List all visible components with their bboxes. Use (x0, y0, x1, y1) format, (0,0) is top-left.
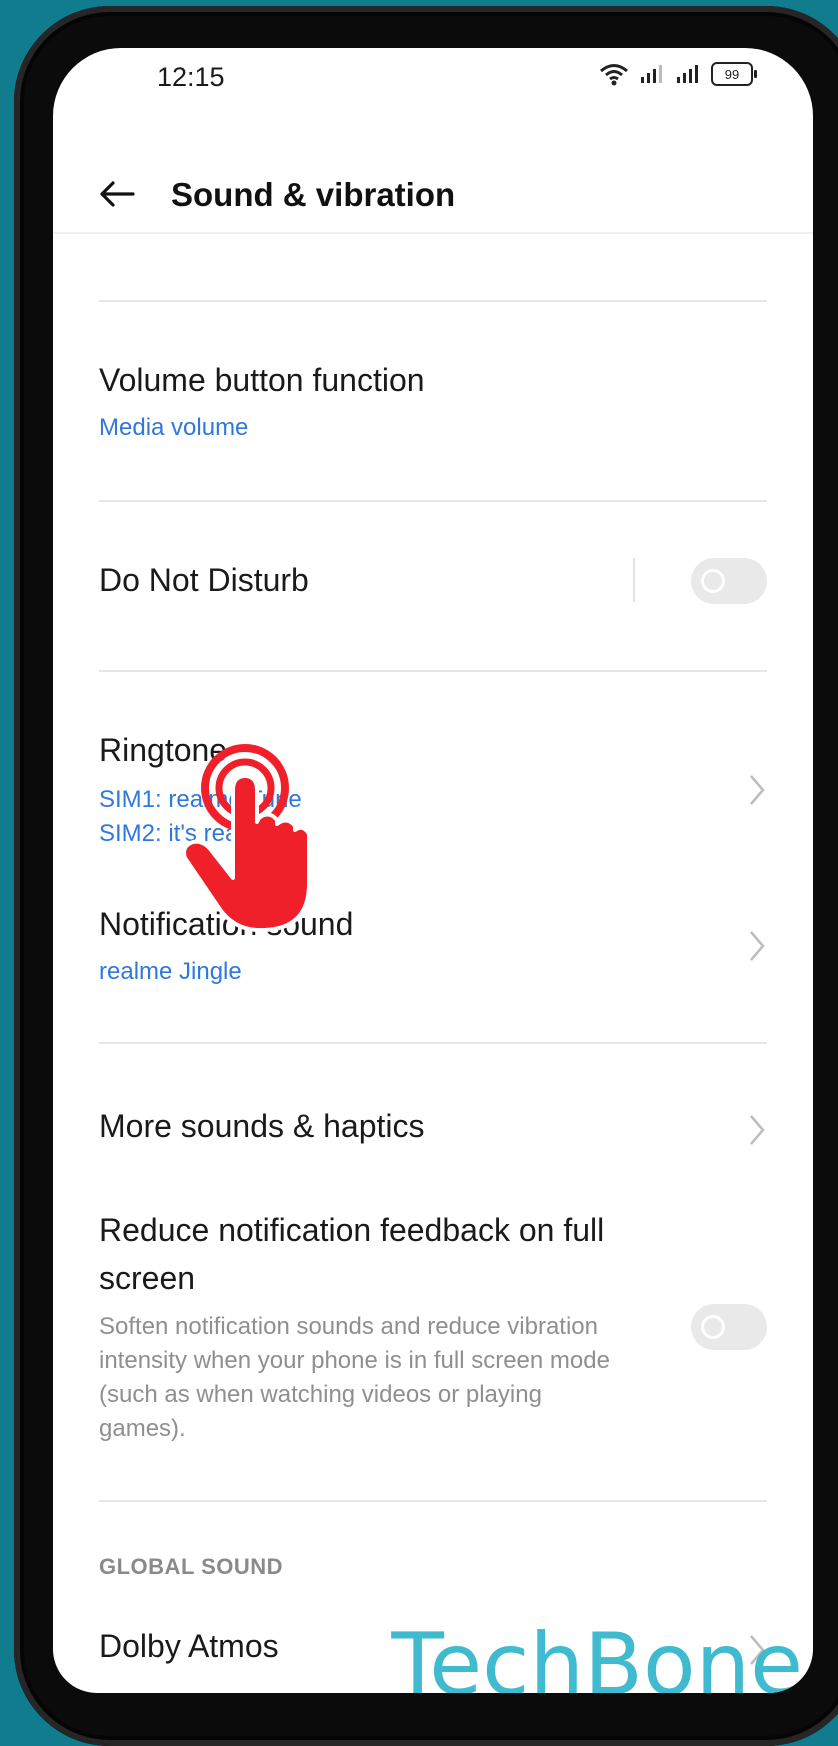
do-not-disturb-title: Do Not Disturb (99, 562, 309, 598)
chevron-right-icon (750, 775, 765, 805)
divider (99, 670, 767, 672)
status-bar: 12:15 99 (53, 48, 813, 104)
toggle-knob (701, 1315, 725, 1339)
reduce-feedback-toggle[interactable] (691, 1304, 767, 1350)
status-time: 12:15 (157, 62, 225, 92)
signal-icon (641, 65, 662, 83)
do-not-disturb-toggle[interactable] (691, 558, 767, 604)
separator (633, 558, 635, 602)
dolby-atmos-title: Dolby Atmos (99, 1628, 279, 1664)
divider (99, 300, 767, 302)
toggle-knob (701, 569, 725, 593)
divider (99, 1042, 767, 1044)
appbar-divider (53, 232, 813, 234)
reduce-feedback-title-line1: Reduce notification feedback on full (99, 1212, 605, 1248)
volume-button-function-value: Media volume (99, 414, 249, 441)
reduce-feedback-description: Soften notification sounds and reduce vi… (99, 1313, 610, 1442)
tap-hand-icon (182, 744, 311, 933)
wifi-icon (600, 64, 628, 86)
global-sound-header: GLOBAL SOUND (99, 1554, 284, 1579)
arrow-left-icon[interactable] (97, 174, 137, 214)
chevron-right-icon (750, 931, 765, 961)
status-icons: 99 (599, 62, 757, 86)
watermark: TechBone (391, 1615, 803, 1693)
divider (99, 500, 767, 502)
signal-icon (677, 65, 698, 83)
volume-button-function-title: Volume button function (99, 362, 425, 398)
divider (99, 1500, 767, 1502)
reduce-feedback-title-line2: screen (99, 1260, 196, 1296)
phone-screen: 12:15 99 Sound & vibration Volume button… (53, 48, 813, 1693)
more-sounds-title: More sounds & haptics (99, 1108, 425, 1144)
page-title: Sound & vibration (171, 176, 456, 213)
notification-sound-value: realme Jingle (99, 958, 242, 985)
battery-icon: 99 (711, 62, 757, 86)
app-bar: Sound & vibration (53, 166, 813, 226)
chevron-right-icon (750, 1115, 765, 1145)
